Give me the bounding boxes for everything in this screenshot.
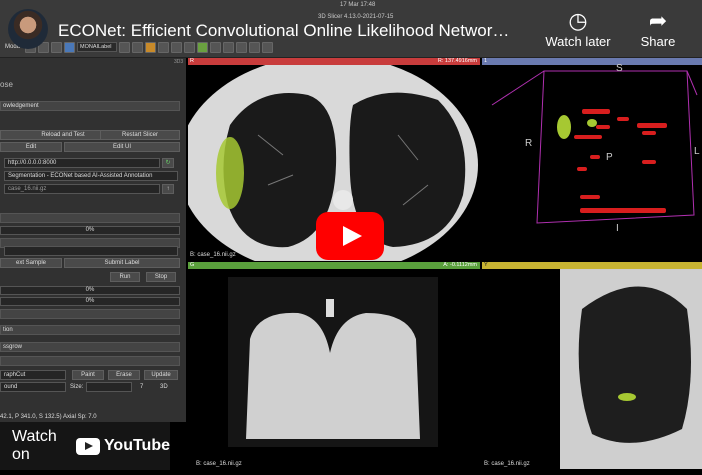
play-button[interactable] [316,212,384,260]
green-view-bar: G A: -0.1112mm [188,262,480,269]
server-url-input[interactable]: http://0.0.0.0:8000 [4,158,160,168]
run-button[interactable]: Run [110,272,140,282]
yellow-view-bar: Y [482,262,702,269]
red-slice-offset: R: 137.4916mm [437,58,477,64]
scope-select[interactable]: ound [0,382,66,392]
watch-on-youtube-button[interactable]: Watch on YouTube [0,422,170,470]
restart-slicer-button[interactable]: Restart Slicer [100,130,180,140]
clock-icon: ◷ [568,8,588,33]
3d-view[interactable]: 1 S R P L I [482,58,702,261]
three-d-checkbox[interactable]: 3D [160,383,168,391]
erase-button[interactable]: Erase [108,370,140,380]
progress-bar-3: 0% [0,297,180,306]
module-panel: 3D3 ose owledgement Reload and Test Rest… [0,58,186,422]
volume-select[interactable]: case_16.nii.gz [4,184,160,194]
annotation-region [216,137,244,209]
yellow-slice-view[interactable]: Y B: case_16.nii.gz [482,262,702,470]
record-icon[interactable] [262,41,274,53]
paint-button[interactable]: Paint [72,370,104,380]
progress-bar-2: 0% [0,286,180,295]
size-value: 7 [140,384,144,390]
watch-later-label: Watch later [545,34,611,49]
yellow-view-filename: B: case_16.nii.gz [484,461,530,467]
channel-avatar[interactable] [8,9,48,49]
stop-button[interactable]: Stop [146,272,176,282]
next-sample-button[interactable]: ext Sample [0,258,62,268]
section-b[interactable]: ssgrow [0,342,180,352]
orientation-posterior: P [606,152,613,163]
share-button[interactable]: ➦ Share [626,8,690,49]
crosshair-icon[interactable] [145,41,157,53]
coronal-ct-image [228,277,438,447]
ruler-icon[interactable] [184,41,196,53]
section-divider-3[interactable] [0,309,180,319]
green-slice-offset: A: -0.1112mm [443,262,477,268]
forward-icon[interactable] [51,41,63,53]
play-icon[interactable] [236,41,248,53]
size-slider[interactable] [86,382,132,392]
3d-render [491,70,698,224]
system-clock: 17 Mar 17:48 [340,2,376,8]
3d-view-bar: 1 [482,58,702,65]
sagittal-ct-image [560,269,702,469]
orientation-inferior: I [616,223,619,234]
slicer-window-title: 3D Slicer 4.13.0-2021-07-15 [318,14,394,20]
size-label: Size: [70,384,84,390]
panel-number: 3D3 [174,59,184,65]
screenshot-icon[interactable] [223,41,235,53]
edit-ui-button[interactable]: Edit UI [64,142,180,152]
red-view-letter: R [190,58,194,64]
progress-bar-1: 0% [0,226,180,235]
section-divider-4[interactable] [0,356,180,366]
submit-label-button[interactable]: Submit Label [64,258,180,268]
youtube-play-icon [75,437,100,455]
orientation-left: L [694,146,700,157]
slicer-toolbar: Modu MONAILabel [0,40,540,54]
layout-icon[interactable] [132,41,144,53]
label-select[interactable] [4,246,178,256]
chevron-down-icon[interactable] [119,41,131,53]
edit-button[interactable]: Edit [0,142,62,152]
module-select[interactable]: MONAILabel [77,42,118,52]
upload-icon[interactable]: ↑ [162,184,174,194]
monai-icon[interactable] [64,41,76,53]
red-view-filename: B: case_16.nii.gz [190,252,236,258]
green-slice-view[interactable]: G A: -0.1112mm B: case_16.nii.gz [188,262,480,470]
panel-logo-text: ose [0,80,13,89]
update-button[interactable]: Update [144,370,178,380]
window-level-icon[interactable] [158,41,170,53]
orientation-superior: S [616,63,623,74]
youtube-logo: YouTube [75,437,170,455]
stop-icon[interactable] [249,41,261,53]
yellow-view-letter: Y [484,262,488,268]
share-icon: ➦ [648,8,668,33]
orientation-right: R [525,138,533,149]
cursor-coordinates: 42.1, P 341.0, S 132.5) Axial Sp: 7.0 [0,414,97,420]
section-a[interactable]: tion [0,325,180,335]
green-view-filename: B: case_16.nii.gz [196,461,242,467]
watch-later-button[interactable]: ◷ Watch later [540,8,616,49]
extension-icon[interactable] [210,41,222,53]
green-view-letter: G [190,262,195,268]
refresh-icon[interactable]: ↻ [162,158,174,168]
share-label: Share [640,34,676,49]
watch-on-label: Watch on [12,428,57,463]
section-divider-1[interactable] [0,213,180,223]
video-title[interactable]: ECONet: Efficient Convolutional Online L… [58,21,509,41]
3d-view-letter: 1 [484,58,488,64]
red-view-bar: R R: 137.4916mm [188,58,480,65]
acknowledgement-section[interactable]: owledgement [0,101,180,111]
app-select[interactable]: Segmentation - ECONet based AI-Assisted … [4,171,178,181]
tool-select[interactable]: raphCut [0,370,66,380]
fiducial-icon[interactable] [171,41,183,53]
youtube-logo-text: YouTube [103,437,170,454]
python-icon[interactable] [197,41,209,53]
